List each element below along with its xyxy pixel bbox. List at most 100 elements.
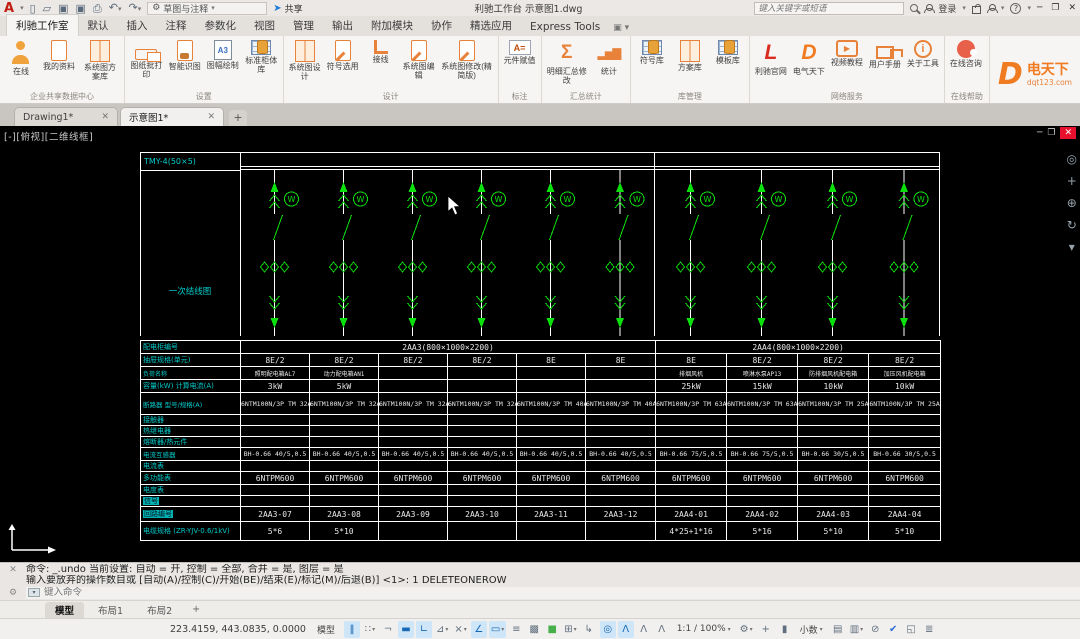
isometric-drafting-icon[interactable]: ×▾: [452, 621, 468, 638]
autoscale-icon[interactable]: Λ: [618, 621, 634, 638]
help-icon[interactable]: ?: [1010, 3, 1021, 14]
isolate-objects-icon[interactable]: ⊘: [867, 621, 883, 638]
command-input-row[interactable]: ▾: [26, 587, 1080, 599]
infer-constraints-icon[interactable]: ¬: [380, 621, 396, 638]
object-snap-tracking-icon[interactable]: ∠: [471, 621, 487, 638]
orbit-icon[interactable]: ↻: [1067, 218, 1077, 232]
ribbon-button[interactable]: 图纸批打印: [127, 36, 166, 79]
new-layout-icon[interactable]: +: [186, 604, 206, 615]
save-as-icon[interactable]: ▣: [76, 3, 86, 14]
ribbon-button[interactable]: 在线咨询: [947, 36, 985, 68]
selection-cycling-icon[interactable]: ■: [544, 621, 560, 638]
annotation-visibility-icon[interactable]: ◎: [600, 621, 616, 638]
ribbon-button[interactable]: 模板库: [709, 36, 747, 65]
app-menu-icon[interactable]: A: [4, 2, 14, 15]
zoom-icon[interactable]: ⊕: [1067, 196, 1077, 210]
workspace-select[interactable]: ⚙ 草图与注释 ▾: [147, 2, 267, 15]
command-customize-icon[interactable]: ⚙: [9, 588, 17, 598]
signin-label[interactable]: 登录: [938, 2, 956, 15]
ribbon-tab[interactable]: 利驰工作室: [6, 14, 79, 36]
ribbon-button[interactable]: D电气天下: [790, 36, 828, 76]
ribbon-button[interactable]: L利驰官网: [752, 36, 790, 76]
ribbon-button[interactable]: 系统图编辑: [400, 36, 438, 80]
save-icon[interactable]: ▣: [58, 3, 68, 14]
ortho-mode-icon[interactable]: ∟: [416, 621, 432, 638]
workspace-switch-icon[interactable]: ⚙▾: [738, 621, 755, 638]
add-scales-icon[interactable]: Λ: [636, 621, 652, 638]
doc-restore-icon[interactable]: ❐: [1047, 128, 1055, 138]
transparency-icon[interactable]: ▩: [526, 621, 542, 638]
redo-icon[interactable]: ↷▾: [128, 2, 141, 15]
object-snap-icon[interactable]: ▭▾: [489, 621, 506, 638]
polar-tracking-icon[interactable]: ⊿▾: [434, 621, 450, 638]
layout-tab[interactable]: 布局2: [137, 602, 182, 618]
ribbon-collapse-icon[interactable]: ▣ ▾: [613, 23, 629, 36]
ribbon-tab[interactable]: 视图: [245, 15, 284, 36]
close-button[interactable]: ✕: [1068, 3, 1076, 13]
pan-icon[interactable]: +: [1067, 174, 1077, 188]
new-file-tab-icon[interactable]: +: [229, 110, 247, 126]
ribbon-button[interactable]: 系统图方案库: [78, 36, 122, 81]
dynamic-ucs-icon[interactable]: ↳: [581, 621, 597, 638]
plot-icon[interactable]: ⎙: [93, 3, 102, 14]
community-caret-icon[interactable]: ▾: [1001, 4, 1005, 12]
drawing-canvas[interactable]: [-][俯视][二维线框] ─ ❐ ✕ ◎ + ⊕ ↻ ▾ TMY-4(50×5…: [0, 126, 1080, 562]
viewport-controls[interactable]: [-][俯视][二维线框]: [4, 129, 93, 143]
signin-caret-icon[interactable]: ▾: [962, 4, 966, 12]
dynamic-input-icon[interactable]: ▬: [398, 621, 414, 638]
ribbon-button[interactable]: i关于工具: [904, 36, 942, 68]
share-button[interactable]: ➤ 共享: [273, 2, 302, 15]
ribbon-tab[interactable]: 附加模块: [362, 15, 422, 36]
ribbon-button[interactable]: 方案库: [671, 36, 709, 72]
layout-tab[interactable]: 布局1: [88, 602, 133, 618]
signin-person-icon[interactable]: [924, 4, 932, 13]
snap-grid-icon[interactable]: ‖: [344, 621, 360, 638]
layout-tab[interactable]: 模型: [45, 602, 84, 618]
ribbon-button[interactable]: ▂▅▇统计: [590, 36, 628, 76]
ribbon-button[interactable]: 符号选用: [324, 36, 362, 71]
file-tab[interactable]: Drawing1*✕: [14, 107, 118, 126]
search-input[interactable]: [758, 3, 900, 13]
ribbon-button[interactable]: Σ明细汇总修改: [544, 36, 590, 85]
doc-minimize-icon[interactable]: ─: [1037, 128, 1042, 138]
help-search[interactable]: [754, 2, 904, 15]
app-menu-caret-icon[interactable]: ▾: [20, 4, 24, 12]
clean-screen-icon[interactable]: ◱: [903, 621, 919, 638]
open-icon[interactable]: ▱: [43, 3, 51, 14]
ribbon-button[interactable]: 符号库: [633, 36, 671, 65]
nav-more-icon[interactable]: ▾: [1067, 240, 1077, 254]
undo-icon[interactable]: ↶▾: [109, 2, 122, 15]
ribbon-button[interactable]: ▶视频教程: [828, 36, 866, 67]
quick-properties-icon[interactable]: ▤: [830, 621, 846, 638]
restore-button[interactable]: ❐: [1051, 3, 1059, 13]
command-input[interactable]: [44, 587, 344, 598]
doc-close-icon[interactable]: ✕: [1060, 127, 1076, 139]
ribbon-button[interactable]: 系统图设计: [286, 36, 324, 81]
ribbon-button[interactable]: 在线: [2, 36, 40, 76]
units-select[interactable]: 小数▾: [796, 623, 827, 636]
ribbon-tab[interactable]: 注释: [157, 15, 196, 36]
ribbon-button[interactable]: 标准柜体库: [242, 36, 281, 74]
command-recent-icon[interactable]: ▾: [28, 588, 40, 597]
annotation-monitor-icon[interactable]: +: [758, 621, 774, 638]
new-icon[interactable]: ▯: [30, 3, 36, 14]
model-space-indicator[interactable]: 模型: [317, 623, 335, 636]
app-store-icon[interactable]: [972, 6, 981, 14]
ribbon-tab[interactable]: 协作: [422, 15, 461, 36]
file-tab-close-icon[interactable]: ✕: [207, 112, 215, 122]
ribbon-button[interactable]: 接线: [362, 36, 400, 64]
snap-mode-icon[interactable]: ∷▾: [362, 621, 378, 638]
community-icon[interactable]: [987, 4, 995, 13]
ribbon-tab[interactable]: 管理: [284, 15, 323, 36]
3d-object-snap-icon[interactable]: ⊞▾: [562, 621, 578, 638]
ribbon-tab[interactable]: 精选应用: [461, 15, 521, 36]
graphics-performance-icon[interactable]: ✔: [885, 621, 901, 638]
minimize-button[interactable]: ─: [1037, 3, 1042, 13]
annotation-scale[interactable]: 1:1 / 100%▾: [673, 624, 735, 634]
search-icon[interactable]: [910, 4, 918, 12]
file-tab[interactable]: 示意图1*✕: [120, 107, 224, 126]
ribbon-tab[interactable]: 默认: [79, 15, 118, 36]
lineweight-icon[interactable]: ≡: [508, 621, 524, 638]
ribbon-tab[interactable]: 参数化: [196, 15, 246, 36]
ribbon-button[interactable]: 系统图修改(精简版): [438, 36, 496, 80]
